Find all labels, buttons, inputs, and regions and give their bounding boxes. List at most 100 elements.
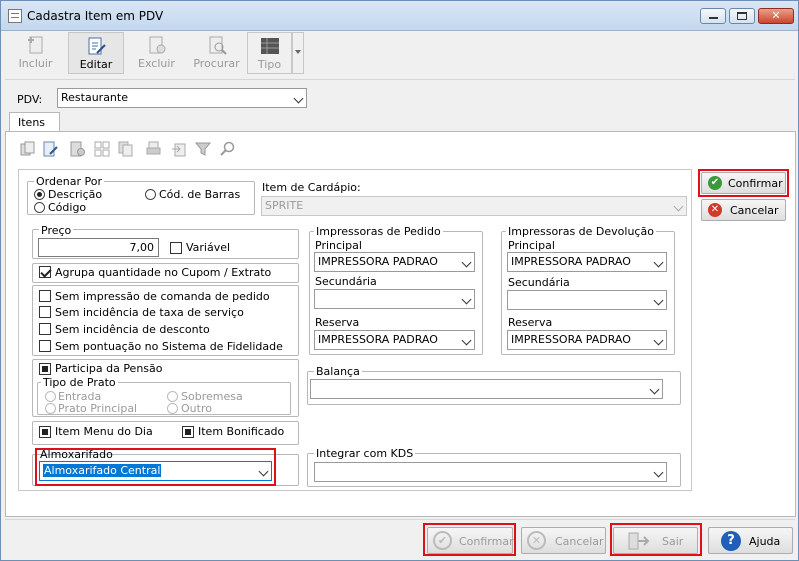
chevron-down-icon — [673, 201, 684, 212]
imp-pedido-reserva-select[interactable]: IMPRESSORA PADRAO — [314, 330, 475, 350]
principal-radio[interactable] — [45, 403, 56, 414]
imp-devol-principal-label: Principal — [508, 239, 555, 252]
pdv-select[interactable]: Restaurante — [57, 88, 307, 108]
preco-value: 7,00 — [129, 241, 155, 254]
outro-radio[interactable] — [167, 403, 178, 414]
zoom-icon[interactable] — [220, 141, 236, 157]
ordenar-descricao-label: Descrição — [48, 188, 103, 201]
imp-pedido-secundaria-label: Secundária — [315, 275, 377, 288]
tab-itens-label: Itens — [18, 116, 46, 129]
chevron-down-icon — [653, 295, 664, 306]
grid-view-icon — [260, 38, 279, 54]
close-button[interactable]: ✕ — [758, 8, 794, 24]
chevron-down-icon — [649, 384, 660, 395]
imp-devol-secundaria-select[interactable] — [507, 290, 667, 310]
ordenar-codigo-label: Código — [48, 201, 87, 214]
window-title: Cadastra Item em PDV — [27, 9, 164, 23]
imp-pedido-principal-select[interactable]: IMPRESSORA PADRAO — [314, 252, 475, 272]
ajuda-button[interactable]: ? Ajuda — [708, 527, 793, 554]
minimize-button[interactable] — [700, 8, 726, 24]
ordenar-codbarras-radio[interactable] — [145, 189, 156, 200]
maximize-button[interactable] — [729, 8, 755, 24]
imp-pedido-principal-value: IMPRESSORA PADRAO — [318, 255, 438, 268]
chevron-down-icon — [461, 294, 472, 305]
imp-devol-secundaria-label: Secundária — [508, 276, 570, 289]
imp-devol-caption: Impressoras de Devolução — [506, 225, 656, 238]
main-window: Cadastra Item em PDV ✕ Incluir Editar Ex… — [0, 0, 799, 561]
imp-devol-reserva-select[interactable]: IMPRESSORA PADRAO — [507, 330, 667, 350]
sem-desconto-checkbox[interactable] — [39, 323, 51, 335]
sem-taxa-checkbox[interactable] — [39, 306, 51, 318]
sobremesa-radio[interactable] — [167, 391, 178, 402]
imp-devol-reserva-label: Reserva — [508, 316, 553, 329]
tipo-prato-caption: Tipo de Prato — [41, 376, 118, 389]
item-cardapio-value: SPRITE — [265, 199, 304, 212]
imp-devol-reserva-value: IMPRESSORA PADRAO — [511, 333, 631, 346]
imp-pedido-secundaria-select[interactable] — [314, 289, 475, 309]
item-cardapio-label: Item de Cardápio: — [262, 181, 361, 194]
tipo-dropdown-arrow[interactable] — [292, 32, 304, 74]
print-icon[interactable] — [146, 141, 162, 157]
imp-pedido-principal-label: Principal — [315, 239, 362, 252]
participa-label: Participa da Pensão — [55, 362, 163, 375]
edit-icon[interactable] — [43, 141, 59, 157]
ordenar-descricao-radio[interactable] — [34, 189, 45, 200]
balanca-select[interactable] — [310, 379, 663, 399]
sem-desconto-label: Sem incidência de desconto — [55, 323, 210, 336]
sem-pontuacao-checkbox[interactable] — [39, 340, 51, 352]
incluir-button[interactable]: Incluir — [8, 32, 63, 74]
incluir-label: Incluir — [18, 57, 53, 70]
menu-dia-checkbox[interactable] — [39, 426, 51, 438]
chevron-down-icon — [653, 467, 664, 478]
editar-button[interactable]: Editar — [68, 32, 124, 74]
menu-dia-label: Item Menu do Dia — [55, 425, 153, 438]
bonificado-label: Item Bonificado — [198, 425, 285, 438]
kds-caption: Integrar com KDS — [314, 447, 416, 460]
side-cancelar-label: Cancelar — [730, 204, 779, 217]
copy-multiple-icon[interactable] — [118, 141, 134, 157]
filter-icon[interactable] — [195, 141, 211, 157]
imp-devol-principal-select[interactable]: IMPRESSORA PADRAO — [507, 252, 667, 272]
imp-pedido-caption: Impressoras de Pedido — [314, 225, 443, 238]
side-confirmar-highlight — [698, 169, 789, 197]
outro-label: Outro — [181, 402, 212, 415]
toolbar-divider — [5, 79, 795, 80]
cancelar-button[interactable]: ✕ Cancelar — [521, 527, 606, 554]
side-cancelar-button[interactable]: ✕ Cancelar — [701, 199, 786, 221]
preco-caption: Preço — [39, 224, 74, 237]
cancel-circle-icon: ✕ — [527, 531, 546, 550]
procurar-label: Procurar — [193, 57, 240, 70]
bonificado-checkbox[interactable] — [182, 426, 194, 438]
pdv-value: Restaurante — [61, 91, 128, 104]
procurar-button[interactable]: Procurar — [189, 32, 244, 74]
almox-highlight — [35, 448, 276, 486]
item-cardapio-select[interactable]: SPRITE — [261, 196, 687, 216]
sem-impressao-checkbox[interactable] — [39, 290, 51, 302]
variavel-label: Variável — [186, 241, 231, 254]
sem-taxa-label: Sem incidência de taxa de serviço — [55, 306, 244, 319]
excluir-button[interactable]: Excluir — [129, 32, 184, 74]
delete-document-icon — [149, 36, 165, 54]
preco-input[interactable]: 7,00 — [38, 238, 159, 257]
tab-itens[interactable]: Itens — [9, 112, 60, 132]
export-icon[interactable] — [171, 141, 187, 157]
ordenar-codigo-radio[interactable] — [34, 202, 45, 213]
sem-impressao-label: Sem impressão de comanda de pedido — [55, 290, 270, 303]
excluir-label: Excluir — [138, 57, 175, 70]
new-document-icon — [27, 36, 42, 54]
delete-icon[interactable] — [70, 141, 86, 157]
tipo-button[interactable]: Tipo — [247, 32, 292, 74]
cancel-icon: ✕ — [708, 203, 722, 217]
copy-icon[interactable] — [20, 141, 36, 157]
agrupa-checkbox[interactable] — [39, 266, 51, 278]
variavel-checkbox[interactable] — [170, 242, 182, 254]
agrupa-label: Agrupa quantidade no Cupom / Extrato — [55, 266, 272, 279]
kds-select[interactable] — [314, 462, 667, 482]
grid-icon[interactable] — [94, 141, 110, 157]
entrada-radio[interactable] — [45, 391, 56, 402]
participa-checkbox[interactable] — [39, 363, 51, 375]
chevron-down-icon — [653, 335, 664, 346]
tipo-label: Tipo — [257, 58, 282, 71]
sair-highlight — [610, 523, 702, 556]
app-icon — [8, 9, 22, 23]
